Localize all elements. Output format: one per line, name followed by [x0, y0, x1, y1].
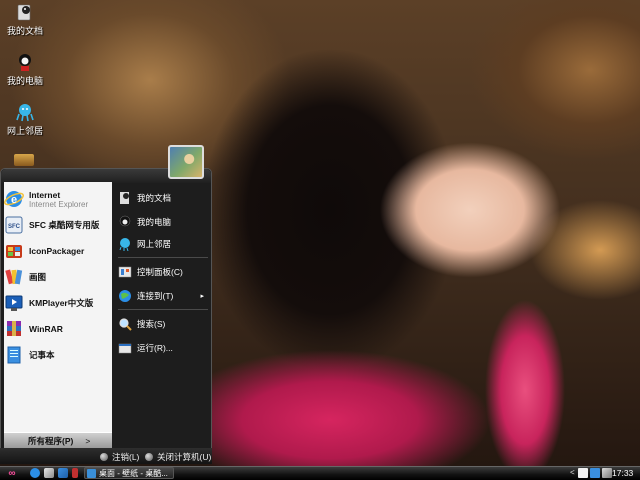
control-panel-icon [118, 266, 132, 278]
program-label: 画图 [29, 272, 47, 282]
quicklaunch-more-icon[interactable] [72, 468, 78, 478]
pinned-internet-explorer[interactable]: e Internet Internet Explorer [4, 186, 108, 212]
menu-divider [118, 309, 208, 310]
my-documents-icon [17, 4, 31, 21]
power-icon [145, 452, 153, 461]
place-control-panel[interactable]: 控制面板(C) [118, 262, 208, 282]
desktop-icon-my-documents[interactable]: 我的文档 [2, 2, 48, 37]
taskbar-clock[interactable]: 17:33 [612, 467, 633, 479]
program-winrar[interactable]: WinRAR [4, 317, 108, 341]
my-computer-icon [19, 54, 31, 71]
quicklaunch-desktop-icon[interactable] [44, 468, 54, 478]
place-connect-to[interactable]: 连接到(T) ▸ [118, 286, 208, 306]
place-run[interactable]: 运行(R)... [118, 338, 208, 358]
search-icon [119, 318, 132, 331]
taskbar-window-button[interactable]: 桌面 - 壁纸 - 桌酷... [84, 467, 174, 479]
desktop-icon-network[interactable]: 网上邻居 [2, 102, 48, 137]
network-icon [119, 238, 130, 251]
program-paint[interactable]: 画图 [4, 265, 108, 289]
desktop-icon-partial[interactable] [14, 154, 34, 166]
program-kmplayer[interactable]: KMPlayer中文版 [4, 291, 108, 315]
kmplayer-icon [5, 295, 23, 311]
program-label: KMPlayer中文版 [29, 298, 94, 308]
taskbar-window-label: 桌面 - 壁纸 - 桌酷... [99, 468, 168, 478]
iconpackager-icon [6, 245, 22, 258]
svg-text:e: e [11, 194, 17, 206]
submenu-arrow-icon: ▸ [200, 293, 204, 300]
run-icon [118, 343, 132, 354]
notepad-icon [7, 346, 21, 364]
sfc-icon: SFC [5, 216, 23, 234]
program-label: 记事本 [29, 350, 55, 360]
quicklaunch-media-icon[interactable] [58, 468, 68, 478]
network-icon [16, 104, 34, 122]
desktop-icon-label: 我的文档 [6, 26, 43, 36]
all-programs-label: 所有程序(P) [28, 435, 74, 446]
program-notepad[interactable]: 记事本 [4, 343, 108, 367]
program-label: IconPackager [29, 246, 85, 256]
pinned-title: Internet [29, 189, 61, 200]
place-my-documents[interactable]: 我的文档 [118, 188, 208, 208]
tray-network-icon[interactable] [590, 468, 600, 478]
place-label: 我的文档 [137, 193, 172, 203]
desktop-icon-label: 网上邻居 [6, 126, 43, 136]
all-programs-button[interactable]: 所有程序(P) > [4, 432, 112, 448]
logoff-label: 注销(L) [112, 451, 140, 462]
paint-icon [5, 269, 23, 285]
my-computer-icon [119, 215, 131, 227]
quicklaunch-browser-icon[interactable] [30, 468, 40, 478]
connect-icon [119, 290, 131, 302]
internet-explorer-icon: e [4, 191, 24, 207]
place-label: 网上邻居 [137, 239, 172, 249]
pinned-subtitle: Internet Explorer [29, 199, 89, 209]
tray-app-icon[interactable] [578, 468, 588, 478]
place-my-computer[interactable]: 我的电脑 [118, 212, 208, 232]
program-label: SFC 桌酷网专用版 [29, 220, 100, 230]
winrar-icon [7, 321, 21, 336]
shutdown-button[interactable]: 关闭计算机(U) [145, 450, 211, 463]
place-label: 运行(R)... [137, 343, 173, 353]
svg-text:SFC: SFC [8, 224, 21, 230]
place-network[interactable]: 网上邻居 [118, 234, 208, 254]
place-search[interactable]: 搜索(S) [118, 314, 208, 334]
program-label: WinRAR [29, 324, 63, 334]
start-button[interactable]: ∞ [2, 467, 22, 479]
logoff-icon [100, 452, 108, 461]
window-icon [87, 469, 96, 478]
chevron-right-icon: > [85, 435, 91, 446]
user-avatar[interactable] [168, 145, 204, 179]
place-label: 控制面板(C) [137, 267, 183, 277]
desktop-icon-label: 我的电脑 [6, 76, 43, 86]
place-label: 搜索(S) [137, 319, 166, 329]
logoff-button[interactable]: 注销(L) [100, 450, 139, 463]
start-logo-icon: ∞ [8, 467, 16, 479]
program-iconpackager[interactable]: IconPackager [4, 239, 108, 263]
desktop-icon-my-computer[interactable]: 我的电脑 [2, 52, 48, 87]
place-label: 连接到(T) [137, 291, 174, 301]
shutdown-label: 关闭计算机(U) [157, 451, 212, 462]
place-label: 我的电脑 [137, 217, 172, 227]
menu-divider [118, 257, 208, 258]
tray-volume-icon[interactable] [602, 468, 612, 478]
my-documents-icon [120, 192, 129, 204]
program-sfc[interactable]: SFC SFC 桌酷网专用版 [4, 213, 108, 237]
